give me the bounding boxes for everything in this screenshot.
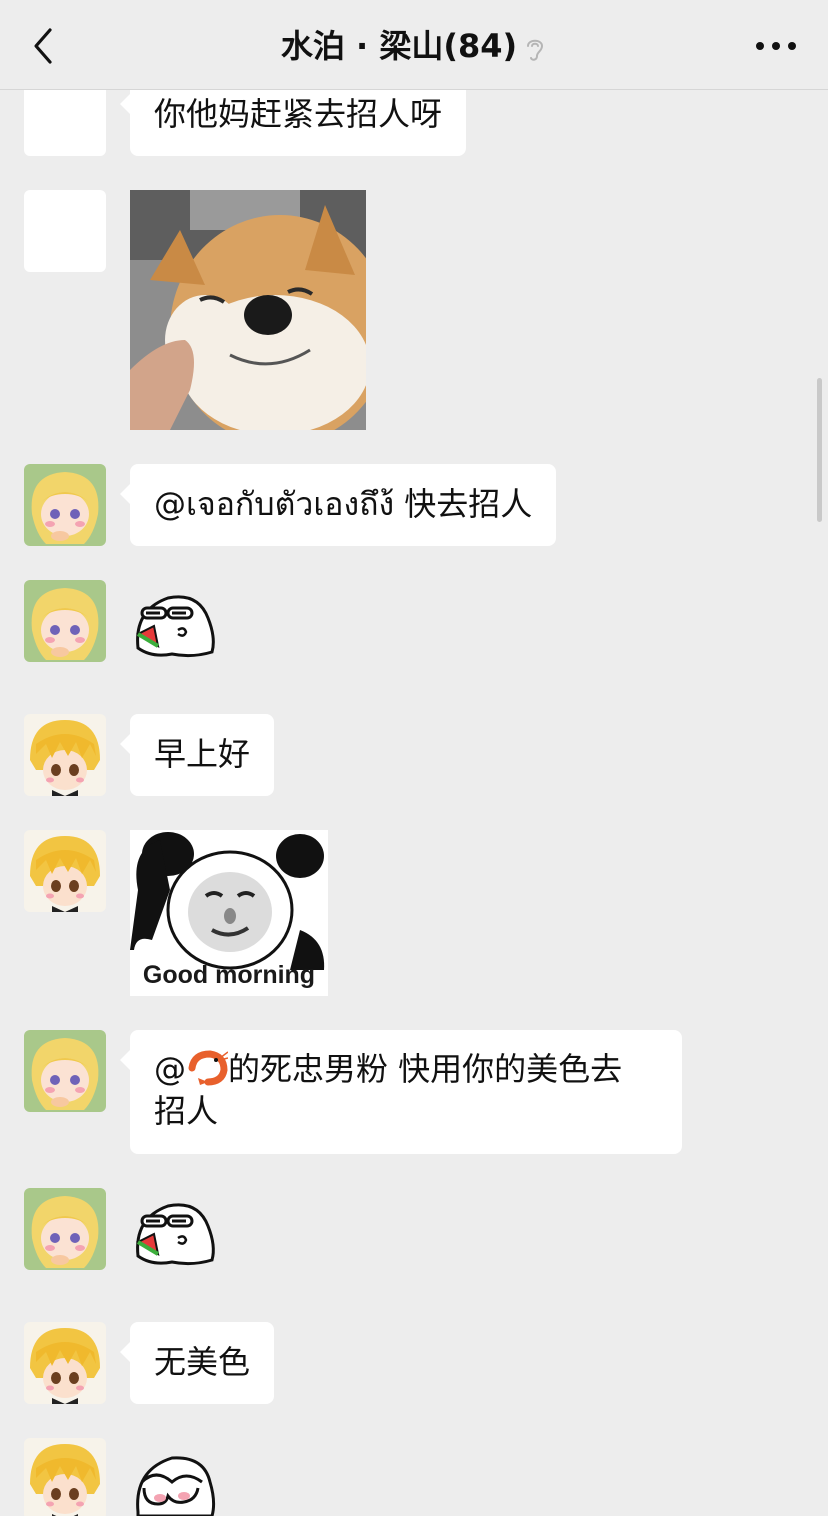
chat-title-wrap: 水泊 · 梁山(84) [0, 26, 828, 66]
avatar[interactable] [24, 190, 106, 272]
avatar[interactable] [24, 1030, 106, 1112]
ghost-eating-watermelon-sticker[interactable] [132, 1198, 218, 1268]
blonde-boy-avatar [24, 830, 106, 912]
avatar[interactable] [24, 830, 106, 912]
message-bubble[interactable]: @ 的死忠男粉 快用你的美色去 招人 [120, 1030, 682, 1154]
ear-off-icon [523, 33, 547, 63]
message-text: 无美色 [154, 1343, 251, 1381]
message-bubble[interactable]: @เจอกับตัวเองถึง้ 快去招人 [119, 464, 557, 546]
avatar[interactable] [24, 714, 106, 796]
blonde-boy-avatar [24, 1438, 106, 1516]
message-line-1: @ 的死忠男粉 快用你的美色去 [154, 1048, 658, 1090]
message-bubble[interactable]: 无美色 [119, 1322, 275, 1404]
message-text: 的死忠男粉 快用你的美色去 [228, 1050, 623, 1088]
avatar[interactable] [24, 1188, 106, 1270]
blonde-girl-avatar [24, 1030, 106, 1112]
blonde-boy-avatar [24, 1322, 106, 1404]
meme-caption: Good morning [142, 961, 316, 989]
ghost-covering-face-sticker[interactable] [132, 1452, 218, 1516]
avatar[interactable] [24, 1322, 106, 1404]
avatar[interactable] [24, 580, 106, 662]
ghost-eating-watermelon-sticker[interactable] [132, 590, 218, 660]
blonde-girl-avatar [24, 580, 106, 662]
shrimp-emoji [186, 1050, 229, 1086]
message-text: @เจอกับตัวเองถึง้ 快去招人 [154, 485, 533, 523]
blonde-girl-avatar [24, 464, 106, 546]
chat-header: 水泊 · 梁山(84) [0, 0, 828, 90]
more-dots-icon [756, 42, 796, 50]
avatar[interactable] [24, 464, 106, 546]
message-line-2: 招人 [154, 1092, 219, 1130]
panda-meme[interactable]: Good morning [130, 830, 328, 996]
blonde-boy-avatar [24, 714, 106, 796]
shiba-dog-photo[interactable] [130, 190, 366, 430]
blonde-girl-avatar [24, 1188, 106, 1270]
message-text: 你他妈赶紧去招人呀 [154, 95, 443, 133]
scrollbar[interactable] [817, 378, 822, 522]
more-button[interactable] [754, 32, 798, 60]
avatar[interactable] [24, 1438, 106, 1516]
message-text: 早上好 [154, 735, 251, 773]
message-bubble[interactable]: 早上好 [119, 714, 275, 796]
chat-title: 水泊 · 梁山(84) [280, 27, 518, 65]
mention-at: @ [154, 1050, 186, 1088]
